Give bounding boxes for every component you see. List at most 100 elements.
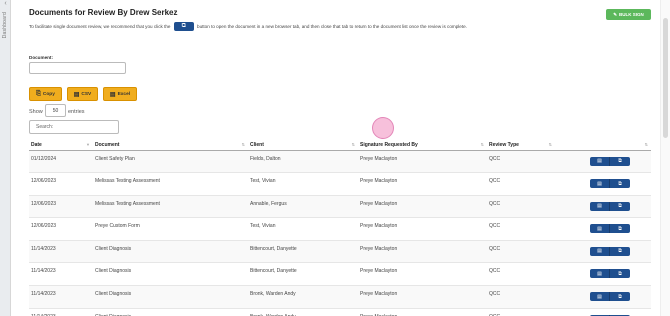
open-new-tab-button[interactable]: ⧉ [610,246,630,256]
cell-actions: ▤⧉ [555,217,651,241]
file-icon: ▤ [109,91,116,98]
cell-review-type: QCC [487,240,555,264]
excel-label: Excel [117,91,131,97]
cell-date: 11/14/2023 [29,285,93,309]
row-action-group: ▤⧉ [590,269,630,279]
cell-client: Bronk, Warden Andy [248,285,358,309]
excel-button[interactable]: ▤ Excel [103,87,137,101]
cell-client: Test, Vivian [248,217,358,241]
cell-actions: ▤⧉ [555,172,651,196]
open-new-tab-button[interactable]: ⧉ [610,179,630,189]
open-new-tab-button[interactable]: ⧉ [610,224,630,234]
cell-client: Bittencourt, Danyette [248,240,358,264]
cell-actions: ▤⧉ [555,262,651,287]
sort-desc-icon: ▼ [86,142,90,147]
cell-document: Preye Custom Form [93,217,248,241]
cell-date: 12/06/2023 [29,217,93,241]
cell-client: Fields, Dalton [248,150,358,174]
sort-icon: ⇅ [644,142,648,147]
row-action-group: ▤⧉ [590,224,630,234]
document-filter-label: Document: [29,55,53,60]
left-sidebar: ‹ Dashboard [0,0,11,316]
cell-review-type: QCC [487,285,555,309]
col-date[interactable]: Date ▼ [29,140,93,151]
bulk-sign-button[interactable]: ✎ BULK SIGN [606,9,651,20]
open-new-tab-button[interactable]: ⧉ [610,201,630,211]
cell-review-type: QCC [487,262,555,287]
copy-icon: ⎘ [36,90,41,97]
cell-document: Client Safety Plan [93,150,248,174]
cell-document: Client Diagnosis [93,262,248,287]
cell-date: 12/06/2023 [29,195,93,219]
scrollbar-thumb[interactable] [663,18,668,138]
col-actions[interactable]: ⇅ [555,140,651,151]
view-document-button[interactable]: ▤ [590,156,610,166]
row-action-group: ▤⧉ [590,246,630,256]
cell-date: 11/14/2023 [29,240,93,264]
cell-document: Client Diagnosis [93,240,248,264]
open-new-tab-button[interactable]: ⧉ [610,156,630,166]
file-icon: ▤ [597,158,602,164]
cell-actions: ▤⧉ [555,285,651,309]
documents-table: Date ▼ Document ⇅ Client ⇅ Signature Reques… [29,140,651,316]
csv-button[interactable]: ▤ CSV [67,87,98,101]
copy-label: Copy [42,91,55,97]
entries-label: entries [68,109,85,115]
col-document[interactable]: Document ⇅ [93,140,248,151]
cell-date: 11/14/2023 [29,262,93,287]
cell-review-type: QCC [487,308,555,316]
document-filter-input[interactable] [29,62,126,74]
col-review-type[interactable]: Review Type ⇅ [487,140,555,151]
cell-actions: ▤⧉ [555,150,651,174]
external-link-icon: ⧉ [181,23,186,29]
view-document-button[interactable]: ▤ [590,224,610,234]
cell-date: 01/12/2024 [29,150,93,174]
sort-icon: ⇅ [241,142,245,147]
cell-review-type: QCC [487,150,555,174]
table-row: 11/14/2023 Client Diagnosis Bittencourt, D… [29,240,651,264]
cell-requested-by: Preye Maclayton [358,285,487,309]
row-action-group: ▤⧉ [590,292,630,302]
row-action-group: ▤⧉ [590,156,630,166]
cell-requested-by: Preye Maclayton [358,217,487,241]
file-icon: ▤ [597,270,602,277]
page-title: Documents for Review By Drew Serkez [29,8,178,17]
cell-requested-by: Preye Maclayton [358,308,487,316]
table-row: 11/14/2023Client DiagnosisBronk, Warden … [29,285,651,309]
table-row: 11/14/2023Client DiagnosisBronk, Warden … [29,308,651,316]
file-icon: ▤ [597,293,602,300]
view-document-button[interactable]: ▤ [590,246,610,256]
page-length-select[interactable]: 50 [45,104,66,117]
open-new-tab-button[interactable]: ⧉ [610,292,630,302]
search-input[interactable]: Search: [29,120,119,134]
table-row: 11/14/2023 Client Diagnosis Bittencourt, D… [29,262,651,287]
external-link-icon: ⧉ [618,270,622,277]
sort-icon: ⇅ [480,142,484,147]
cell-document: Client Diagnosis [93,308,248,316]
sidebar-vertical-label[interactable]: Dashboard [2,12,8,38]
pencil-icon: ✎ [613,11,618,17]
copy-button[interactable]: ⎘ Copy [29,87,62,101]
view-document-button[interactable]: ▤ [590,269,610,279]
view-document-button[interactable]: ▤ [590,292,610,302]
cell-review-type: QCC [487,217,555,241]
open-new-tab-example-button: ⧉ [173,22,194,31]
page-scrollbar[interactable] [660,0,670,316]
cell-requested-by: Preye Maclayton [358,240,487,264]
cell-client: Test, Vivian [248,172,358,196]
cell-review-type: QCC [487,172,555,196]
table-header-row: Date ▼ Document ⇅ Client ⇅ Signature Reques… [29,140,651,151]
cell-review-type: QCC [487,195,555,219]
external-link-icon: ⧉ [618,158,622,164]
col-requested-by[interactable]: Signature Requested By ⇅ [358,140,487,151]
cell-date: 12/06/2023 [29,172,93,196]
cell-client: Bronk, Warden Andy [248,308,358,316]
view-document-button[interactable]: ▤ [590,201,610,211]
col-client[interactable]: Client ⇅ [248,140,358,151]
open-new-tab-button[interactable]: ⧉ [610,269,630,279]
sidebar-collapse-icon[interactable]: ‹ [1,0,10,10]
bulk-sign-label: BULK SIGN [619,12,644,17]
file-icon: ▤ [597,203,602,210]
external-link-icon: ⧉ [618,293,622,300]
view-document-button[interactable]: ▤ [590,179,610,189]
